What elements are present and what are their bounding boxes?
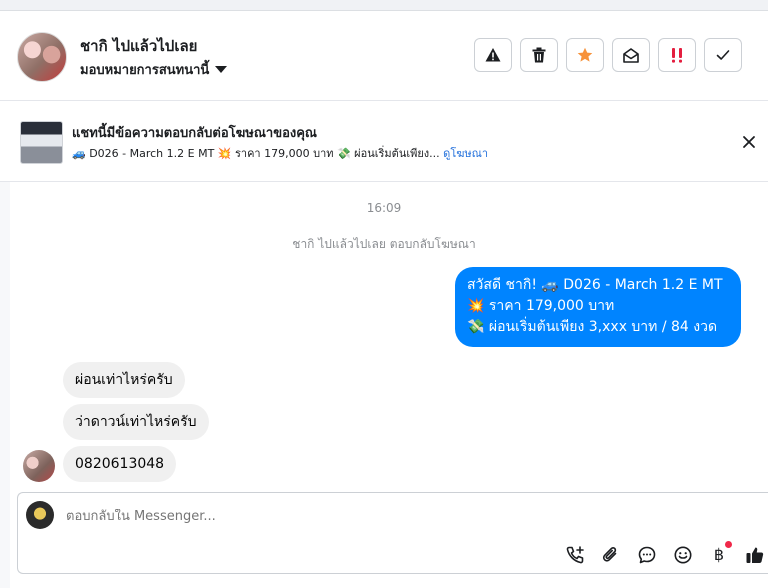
page-avatar bbox=[26, 501, 54, 529]
saved-reply-icon bbox=[638, 546, 656, 564]
mark-unread-button[interactable] bbox=[612, 38, 650, 72]
notification-dot bbox=[725, 541, 732, 548]
attach-button[interactable] bbox=[598, 542, 624, 568]
incoming-message[interactable]: ว่าดาวน์เท่าไหร่ครับ bbox=[63, 404, 209, 440]
paperclip-icon bbox=[602, 547, 617, 562]
message-line: 💸 ผ่อนเริ่มต้นเพียง 3,xxx บาท / 84 งวด bbox=[467, 319, 718, 335]
mark-done-button[interactable] bbox=[704, 38, 742, 72]
header-actions bbox=[474, 38, 742, 72]
conversation-header: ชากิ ไปแล้วไปเลย มอบหมายการสนทนานี้ bbox=[0, 11, 768, 101]
ad-thumbnail[interactable] bbox=[20, 121, 63, 164]
mark-priority-button[interactable] bbox=[658, 38, 696, 72]
message-timestamp: 16:09 bbox=[366, 201, 402, 215]
ad-banner-subtitle: 🚙 D026 - March 1.2 E MT 💥 ราคา 179,000 บ… bbox=[72, 144, 488, 162]
delete-button[interactable] bbox=[520, 38, 558, 72]
baht-icon: ฿ bbox=[713, 545, 725, 564]
ad-reply-banner: แชทนี้มีข้อความตอบกลับต่อโฆษณาของคุณ 🚙 D… bbox=[0, 101, 768, 182]
saved-replies-button[interactable] bbox=[634, 542, 660, 568]
trash-icon bbox=[532, 47, 546, 63]
message-composer: ฿ bbox=[17, 492, 768, 574]
assign-conversation-dropdown[interactable]: มอบหมายการสนทนานี้ bbox=[80, 59, 228, 80]
close-banner-button[interactable] bbox=[741, 134, 757, 150]
incoming-message[interactable]: 0820613048 bbox=[63, 446, 177, 482]
thumbs-up-icon bbox=[746, 547, 764, 563]
check-icon bbox=[716, 50, 730, 60]
message-line: 💥 ราคา 179,000 บาท bbox=[467, 298, 615, 314]
caret-down-icon bbox=[215, 66, 228, 73]
outgoing-message[interactable]: สวัสดี ชากิ! 🚙 D026 - March 1.2 E MT 💥 ร… bbox=[455, 267, 741, 347]
payment-button[interactable]: ฿ bbox=[706, 541, 732, 568]
star-icon bbox=[577, 47, 593, 62]
emoji-icon bbox=[674, 546, 692, 564]
system-notice: ชากิ ไปแล้วไปเลย ตอบกลับโฆษณา bbox=[292, 237, 476, 251]
composer-toolbar: ฿ bbox=[562, 541, 768, 568]
window-top-bar bbox=[0, 0, 768, 11]
star-button[interactable] bbox=[566, 38, 604, 72]
priority-icon bbox=[672, 48, 682, 63]
phone-add-icon bbox=[566, 546, 584, 564]
view-ad-link[interactable]: ดูโฆษณา bbox=[443, 147, 488, 160]
sender-avatar[interactable] bbox=[23, 450, 55, 482]
emoji-button[interactable] bbox=[670, 542, 696, 568]
incoming-message[interactable]: ผ่อนเท่าไหร่ครับ bbox=[63, 362, 185, 398]
call-button[interactable] bbox=[562, 542, 588, 568]
ad-summary: 🚙 D026 - March 1.2 E MT 💥 ราคา 179,000 บ… bbox=[72, 147, 440, 160]
like-button[interactable] bbox=[742, 542, 768, 568]
mark-spam-button[interactable] bbox=[474, 38, 512, 72]
envelope-open-icon bbox=[623, 47, 639, 63]
contact-avatar[interactable] bbox=[17, 32, 67, 82]
contact-name[interactable]: ชากิ ไปแล้วไปเลย bbox=[80, 34, 197, 58]
close-icon bbox=[743, 136, 755, 148]
reply-input[interactable] bbox=[66, 509, 666, 524]
message-line: สวัสดี ชากิ! 🚙 D026 - March 1.2 E MT bbox=[467, 277, 723, 293]
assign-label: มอบหมายการสนทนานี้ bbox=[80, 63, 210, 78]
ad-banner-title: แชทนี้มีข้อความตอบกลับต่อโฆษณาของคุณ bbox=[72, 126, 317, 141]
warning-icon bbox=[485, 48, 501, 62]
